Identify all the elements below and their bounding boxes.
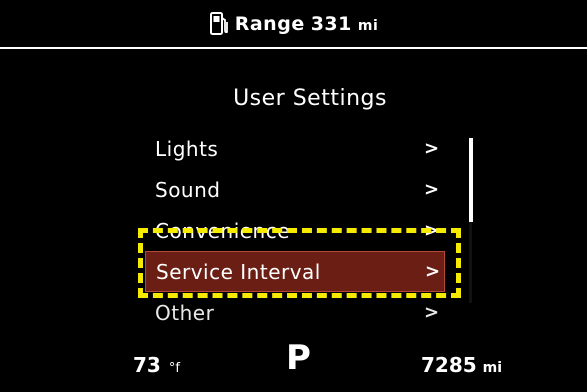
menu-item-lights[interactable]: Lights > [145,128,445,169]
range-label: Range [234,12,305,35]
temperature-unit: °f [168,361,180,376]
chevron-right-icon: > [424,179,440,200]
temperature-value: 73 [133,353,161,377]
range-readout: Range 331 mi [235,13,379,35]
menu-item-other[interactable]: Other > [145,292,445,333]
range-header: Range 331 mi [0,0,587,47]
odometer-unit: mi [482,360,503,376]
instrument-cluster-screen: Range 331 mi User Settings Lights > Soun… [0,0,587,392]
menu-item-service-interval[interactable]: Service Interval > [145,251,445,292]
menu-item-label: Lights [155,136,219,161]
odometer: 7285 mi [421,353,502,377]
chevron-right-icon: > [425,261,441,282]
menu-item-label: Other [155,300,215,325]
menu-item-sound[interactable]: Sound > [145,169,445,210]
fuel-pump-icon [209,11,229,37]
menu-item-label: Service Interval [156,259,321,284]
chevron-right-icon: > [424,302,440,323]
chevron-right-icon: > [424,220,440,241]
outside-temperature: 73 °f [133,353,180,377]
gear-indicator: P [286,338,311,378]
chevron-right-icon: > [424,138,440,159]
menu-item-label: Convenience [155,218,291,243]
header-divider [0,47,587,49]
menu-item-label: Sound [155,177,221,202]
odometer-value: 7285 [421,353,477,377]
range-value: 331 [310,12,352,35]
menu-item-convenience[interactable]: Convenience > [145,210,445,251]
range-unit: mi [357,17,379,34]
settings-menu: Lights > Sound > Convenience > Service I… [145,128,445,333]
status-footer: 73 °f P 7285 mi [0,335,587,392]
page-title: User Settings [233,86,387,111]
scrollbar-thumb[interactable] [469,138,473,222]
